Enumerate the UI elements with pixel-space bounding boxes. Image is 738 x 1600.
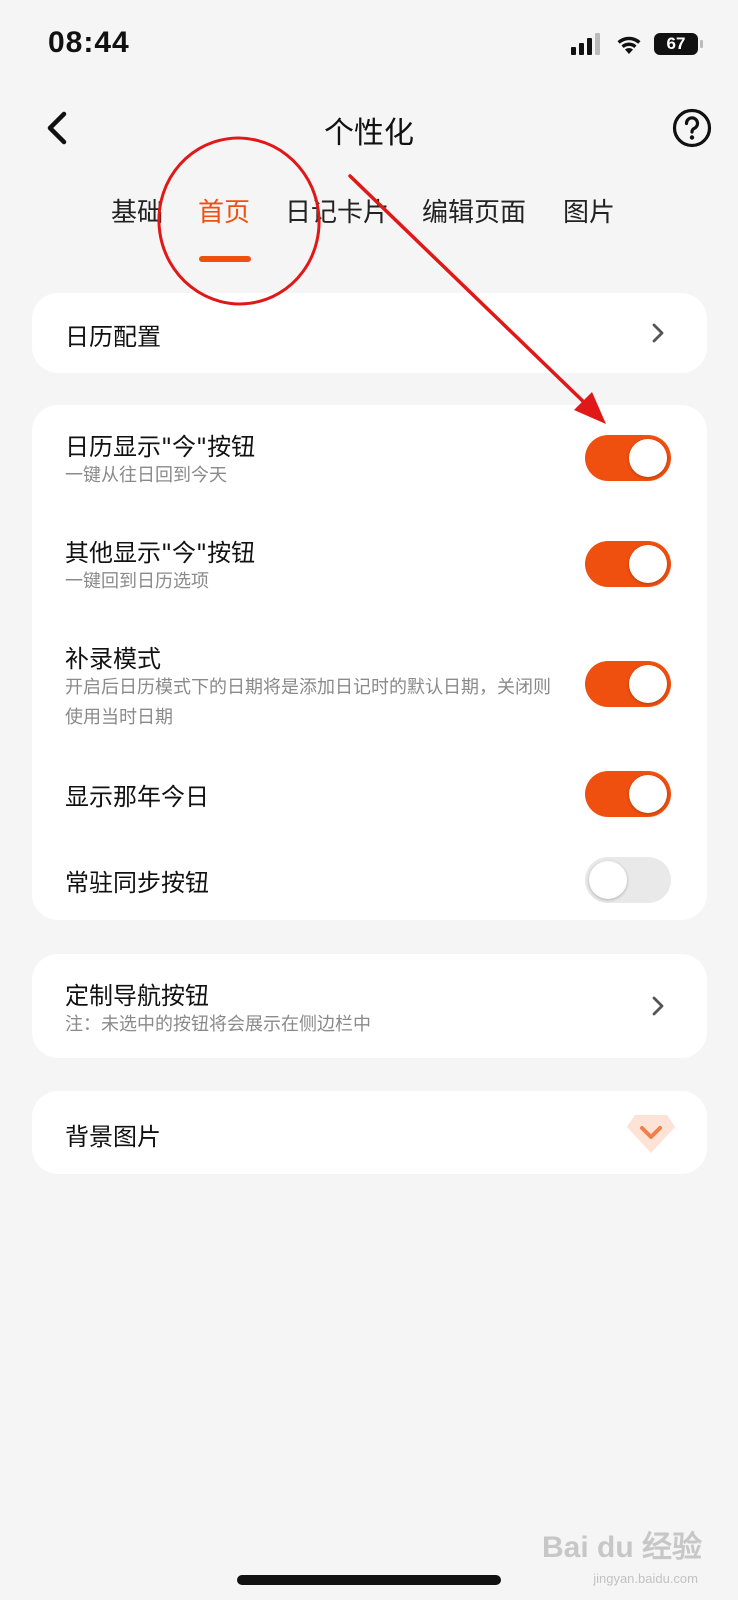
chevron-right-icon (652, 996, 664, 1016)
help-icon[interactable] (672, 108, 712, 148)
calendar-config-label: 日历配置 (65, 323, 161, 351)
setting-title: 常驻同步按钮 (65, 869, 209, 897)
calendar-today-toggle[interactable] (585, 435, 671, 481)
on-this-day-toggle[interactable] (585, 771, 671, 817)
battery-icon: 67 (654, 33, 703, 55)
chevron-right-icon (652, 323, 664, 343)
home-settings-card: 日历显示"今"按钮 一键从往日回到今天 其他显示"今"按钮 一键回到日历选项 补… (32, 405, 707, 920)
page-title: 个性化 (324, 116, 414, 151)
watermark-url: jingyan.baidu.com (593, 1571, 698, 1586)
setting-subtitle: 开启后日历模式下的日期将是添加日记时的默认日期，关闭则使用当时日期 (65, 677, 551, 728)
setting-row-on-this-day: 显示那年今日 (32, 751, 707, 837)
backfill-mode-toggle[interactable] (585, 661, 671, 707)
other-today-toggle[interactable] (585, 541, 671, 587)
sync-button-toggle[interactable] (585, 857, 671, 903)
tab-edit-page[interactable]: 编辑页面 (422, 192, 526, 229)
tab-basic[interactable]: 基础 (111, 192, 163, 229)
background-image-card[interactable]: 背景图片 (32, 1091, 707, 1174)
status-time: 08:44 (48, 26, 130, 59)
screen: 08:44 67 个性化 基础 首页 日记卡片 编辑页面 图片 日历配置 日历显… (0, 0, 738, 1600)
setting-subtitle: 一键回到日历选项 (65, 571, 209, 592)
setting-title: 其他显示"今"按钮 (65, 539, 256, 567)
watermark: Bai du 经验 (541, 1531, 702, 1564)
custom-nav-subtitle: 注：未选中的按钮将会展示在侧边栏中 (65, 1014, 371, 1035)
signal-icon (571, 33, 600, 55)
setting-row-calendar-today: 日历显示"今"按钮 一键从往日回到今天 (32, 405, 707, 507)
tab-bar: 基础 首页 日记卡片 编辑页面 图片 (0, 192, 738, 252)
setting-subtitle: 一键从往日回到今天 (65, 465, 227, 486)
background-image-label: 背景图片 (65, 1123, 161, 1151)
setting-row-backfill-mode: 补录模式 开启后日历模式下的日期将是添加日记时的默认日期，关闭则使用当时日期 (32, 617, 707, 757)
custom-nav-label: 定制导航按钮 (65, 982, 209, 1010)
setting-title: 补录模式 (65, 645, 161, 673)
calendar-config-card[interactable]: 日历配置 (32, 293, 707, 373)
wifi-icon (617, 36, 641, 54)
tab-home[interactable]: 首页 (198, 192, 250, 229)
setting-row-sync-button: 常驻同步按钮 (32, 837, 707, 920)
home-indicator (237, 1575, 501, 1585)
setting-title: 显示那年今日 (65, 783, 209, 811)
status-icons: 67 (571, 30, 703, 58)
setting-row-other-today: 其他显示"今"按钮 一键回到日历选项 (32, 511, 707, 613)
custom-nav-card[interactable]: 定制导航按钮 注：未选中的按钮将会展示在侧边栏中 (32, 954, 707, 1058)
tab-diary-card[interactable]: 日记卡片 (285, 192, 389, 229)
battery-level: 67 (666, 34, 686, 53)
premium-diamond-icon (627, 1115, 675, 1153)
tab-images[interactable]: 图片 (563, 192, 615, 229)
active-tab-indicator (199, 256, 251, 262)
setting-title: 日历显示"今"按钮 (65, 433, 256, 461)
